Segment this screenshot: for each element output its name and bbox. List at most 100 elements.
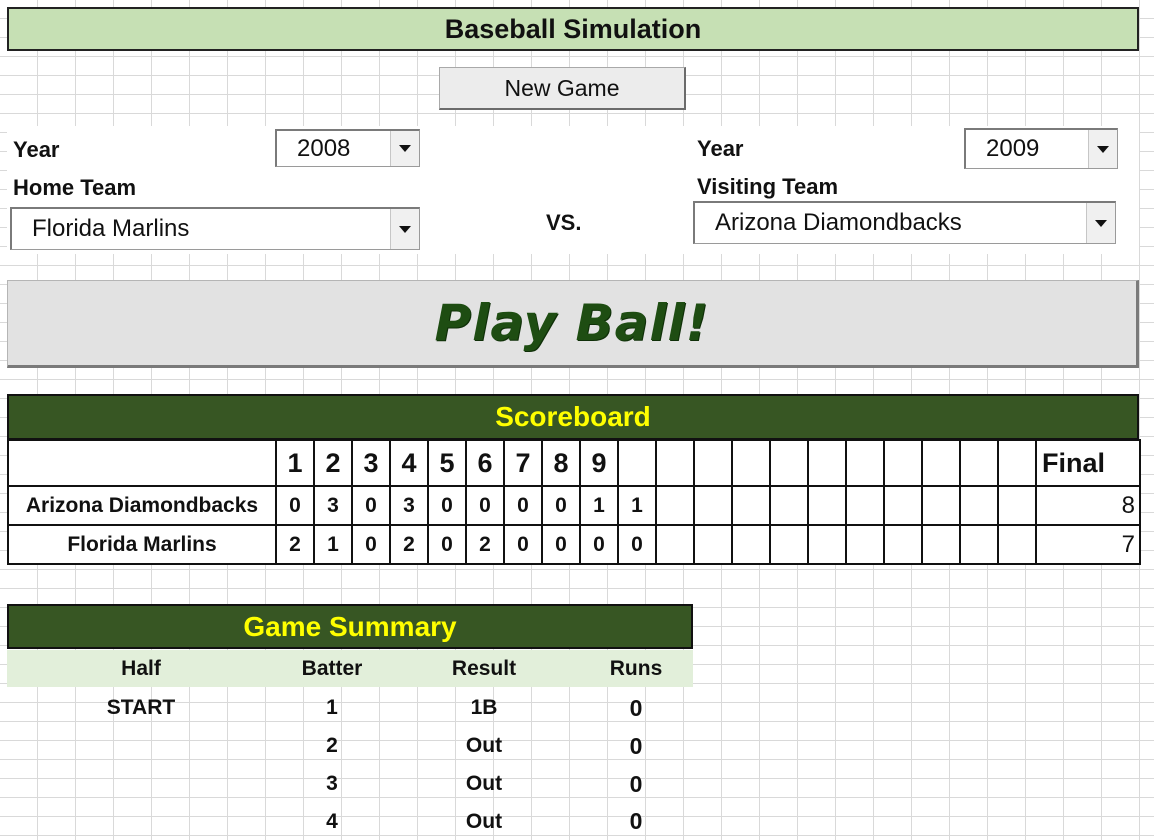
chevron-down-icon[interactable] [390, 131, 419, 166]
inning-score [807, 524, 847, 565]
inning-score: 0 [503, 524, 543, 565]
chevron-down-icon[interactable] [1088, 130, 1117, 168]
runs-column-header: Runs [609, 656, 663, 680]
team-name: Arizona Diamondbacks [7, 485, 277, 526]
runs-cell: 0 [629, 732, 643, 759]
batter-cell: 1 [326, 696, 338, 719]
home-year-value: 2008 [297, 134, 351, 162]
inning-score: 0 [465, 485, 505, 526]
inning-score: 0 [503, 485, 543, 526]
runs-cell: 0 [629, 770, 643, 797]
half-column-header: Half [121, 656, 161, 680]
inning-header: 5 [427, 439, 467, 487]
inning-header [731, 439, 771, 487]
app-title: Baseball Simulation [7, 7, 1139, 51]
inning-score: 2 [275, 524, 315, 565]
visitor-team-value: Arizona Diamondbacks [715, 209, 962, 236]
inning-score: 0 [427, 485, 467, 526]
inning-score [731, 524, 771, 565]
inning-score: 2 [389, 524, 429, 565]
home-year-label: Year [13, 137, 60, 162]
inning-header [617, 439, 657, 487]
visitor-team-dropdown[interactable]: Arizona Diamondbacks [693, 201, 1116, 244]
inning-score [921, 485, 961, 526]
result-cell: Out [465, 734, 503, 757]
summary-row: START 1 1B 0 [7, 689, 693, 727]
inning-header: 3 [351, 439, 391, 487]
inning-score [845, 524, 885, 565]
inning-score [731, 485, 771, 526]
inning-score [655, 485, 695, 526]
scoreboard-header-row: 1 2 3 4 5 6 7 8 9 Final [7, 439, 1141, 487]
summary-row: 2 Out 0 [7, 727, 693, 765]
inning-score [883, 485, 923, 526]
home-year-dropdown[interactable]: 2008 [275, 129, 420, 167]
inning-score [997, 524, 1037, 565]
runs-cell: 0 [629, 808, 643, 834]
inning-header: 7 [503, 439, 543, 487]
final-score: 7 [1035, 524, 1141, 565]
result-column-header: Result [451, 656, 517, 680]
inning-score: 1 [313, 524, 353, 565]
inning-score [655, 524, 695, 565]
visitor-team-label: Visiting Team [697, 174, 839, 199]
chevron-down-icon[interactable] [1086, 203, 1115, 243]
home-team-dropdown[interactable]: Florida Marlins [10, 207, 420, 250]
result-cell: Out [465, 772, 503, 795]
batter-cell: 3 [326, 772, 338, 795]
inning-header: 9 [579, 439, 619, 487]
inning-score: 2 [465, 524, 505, 565]
inning-header [845, 439, 885, 487]
result-cell: Out [465, 809, 503, 833]
inning-score: 0 [275, 485, 315, 526]
new-game-button[interactable]: New Game [439, 67, 686, 110]
inning-header [693, 439, 733, 487]
inning-header [769, 439, 809, 487]
inning-score [959, 485, 999, 526]
scoreboard-row-visitor: Arizona Diamondbacks 0 3 0 3 0 0 0 0 1 1… [7, 485, 1141, 526]
inning-header: 1 [275, 439, 315, 487]
inning-score: 1 [579, 485, 619, 526]
inning-score [693, 524, 733, 565]
summary-row: 4 Out 0 [7, 803, 693, 840]
inning-score [959, 524, 999, 565]
inning-header [807, 439, 847, 487]
inning-score [845, 485, 885, 526]
inning-header: 4 [389, 439, 429, 487]
inning-score [997, 485, 1037, 526]
summary-row: 3 Out 0 [7, 765, 693, 803]
game-summary-title: Game Summary [7, 604, 693, 649]
inning-score: 0 [351, 524, 391, 565]
inning-header [655, 439, 695, 487]
inning-score: 0 [541, 485, 581, 526]
inning-score: 1 [617, 485, 657, 526]
final-score: 8 [1035, 485, 1141, 526]
batter-cell: 2 [326, 734, 338, 757]
inning-score: 0 [541, 524, 581, 565]
scoreboard-table: 1 2 3 4 5 6 7 8 9 Final Arizona Diamondb… [7, 439, 1141, 565]
batter-column-header: Batter [301, 656, 363, 680]
inning-score: 0 [427, 524, 467, 565]
inning-score: 0 [579, 524, 619, 565]
home-team-label: Home Team [13, 175, 137, 200]
home-team-value: Florida Marlins [32, 215, 190, 242]
inning-header: 2 [313, 439, 353, 487]
chevron-down-icon[interactable] [390, 209, 419, 249]
half-cell [7, 727, 275, 765]
team-column-header [7, 439, 277, 487]
vs-label: VS. [546, 210, 582, 235]
visitor-year-dropdown[interactable]: 2009 [964, 128, 1118, 169]
inning-score [693, 485, 733, 526]
visitor-year-value: 2009 [986, 135, 1040, 162]
inning-score: 0 [617, 524, 657, 565]
inning-score [921, 524, 961, 565]
final-header: Final [1035, 439, 1141, 487]
inning-header [997, 439, 1037, 487]
inning-score: 3 [389, 485, 429, 526]
inning-header [959, 439, 999, 487]
inning-header [921, 439, 961, 487]
inning-header: 6 [465, 439, 505, 487]
inning-score: 3 [313, 485, 353, 526]
play-ball-button[interactable]: Play Ball! [7, 280, 1139, 368]
scoreboard-row-home: Florida Marlins 2 1 0 2 0 2 0 0 0 0 7 [7, 524, 1141, 565]
